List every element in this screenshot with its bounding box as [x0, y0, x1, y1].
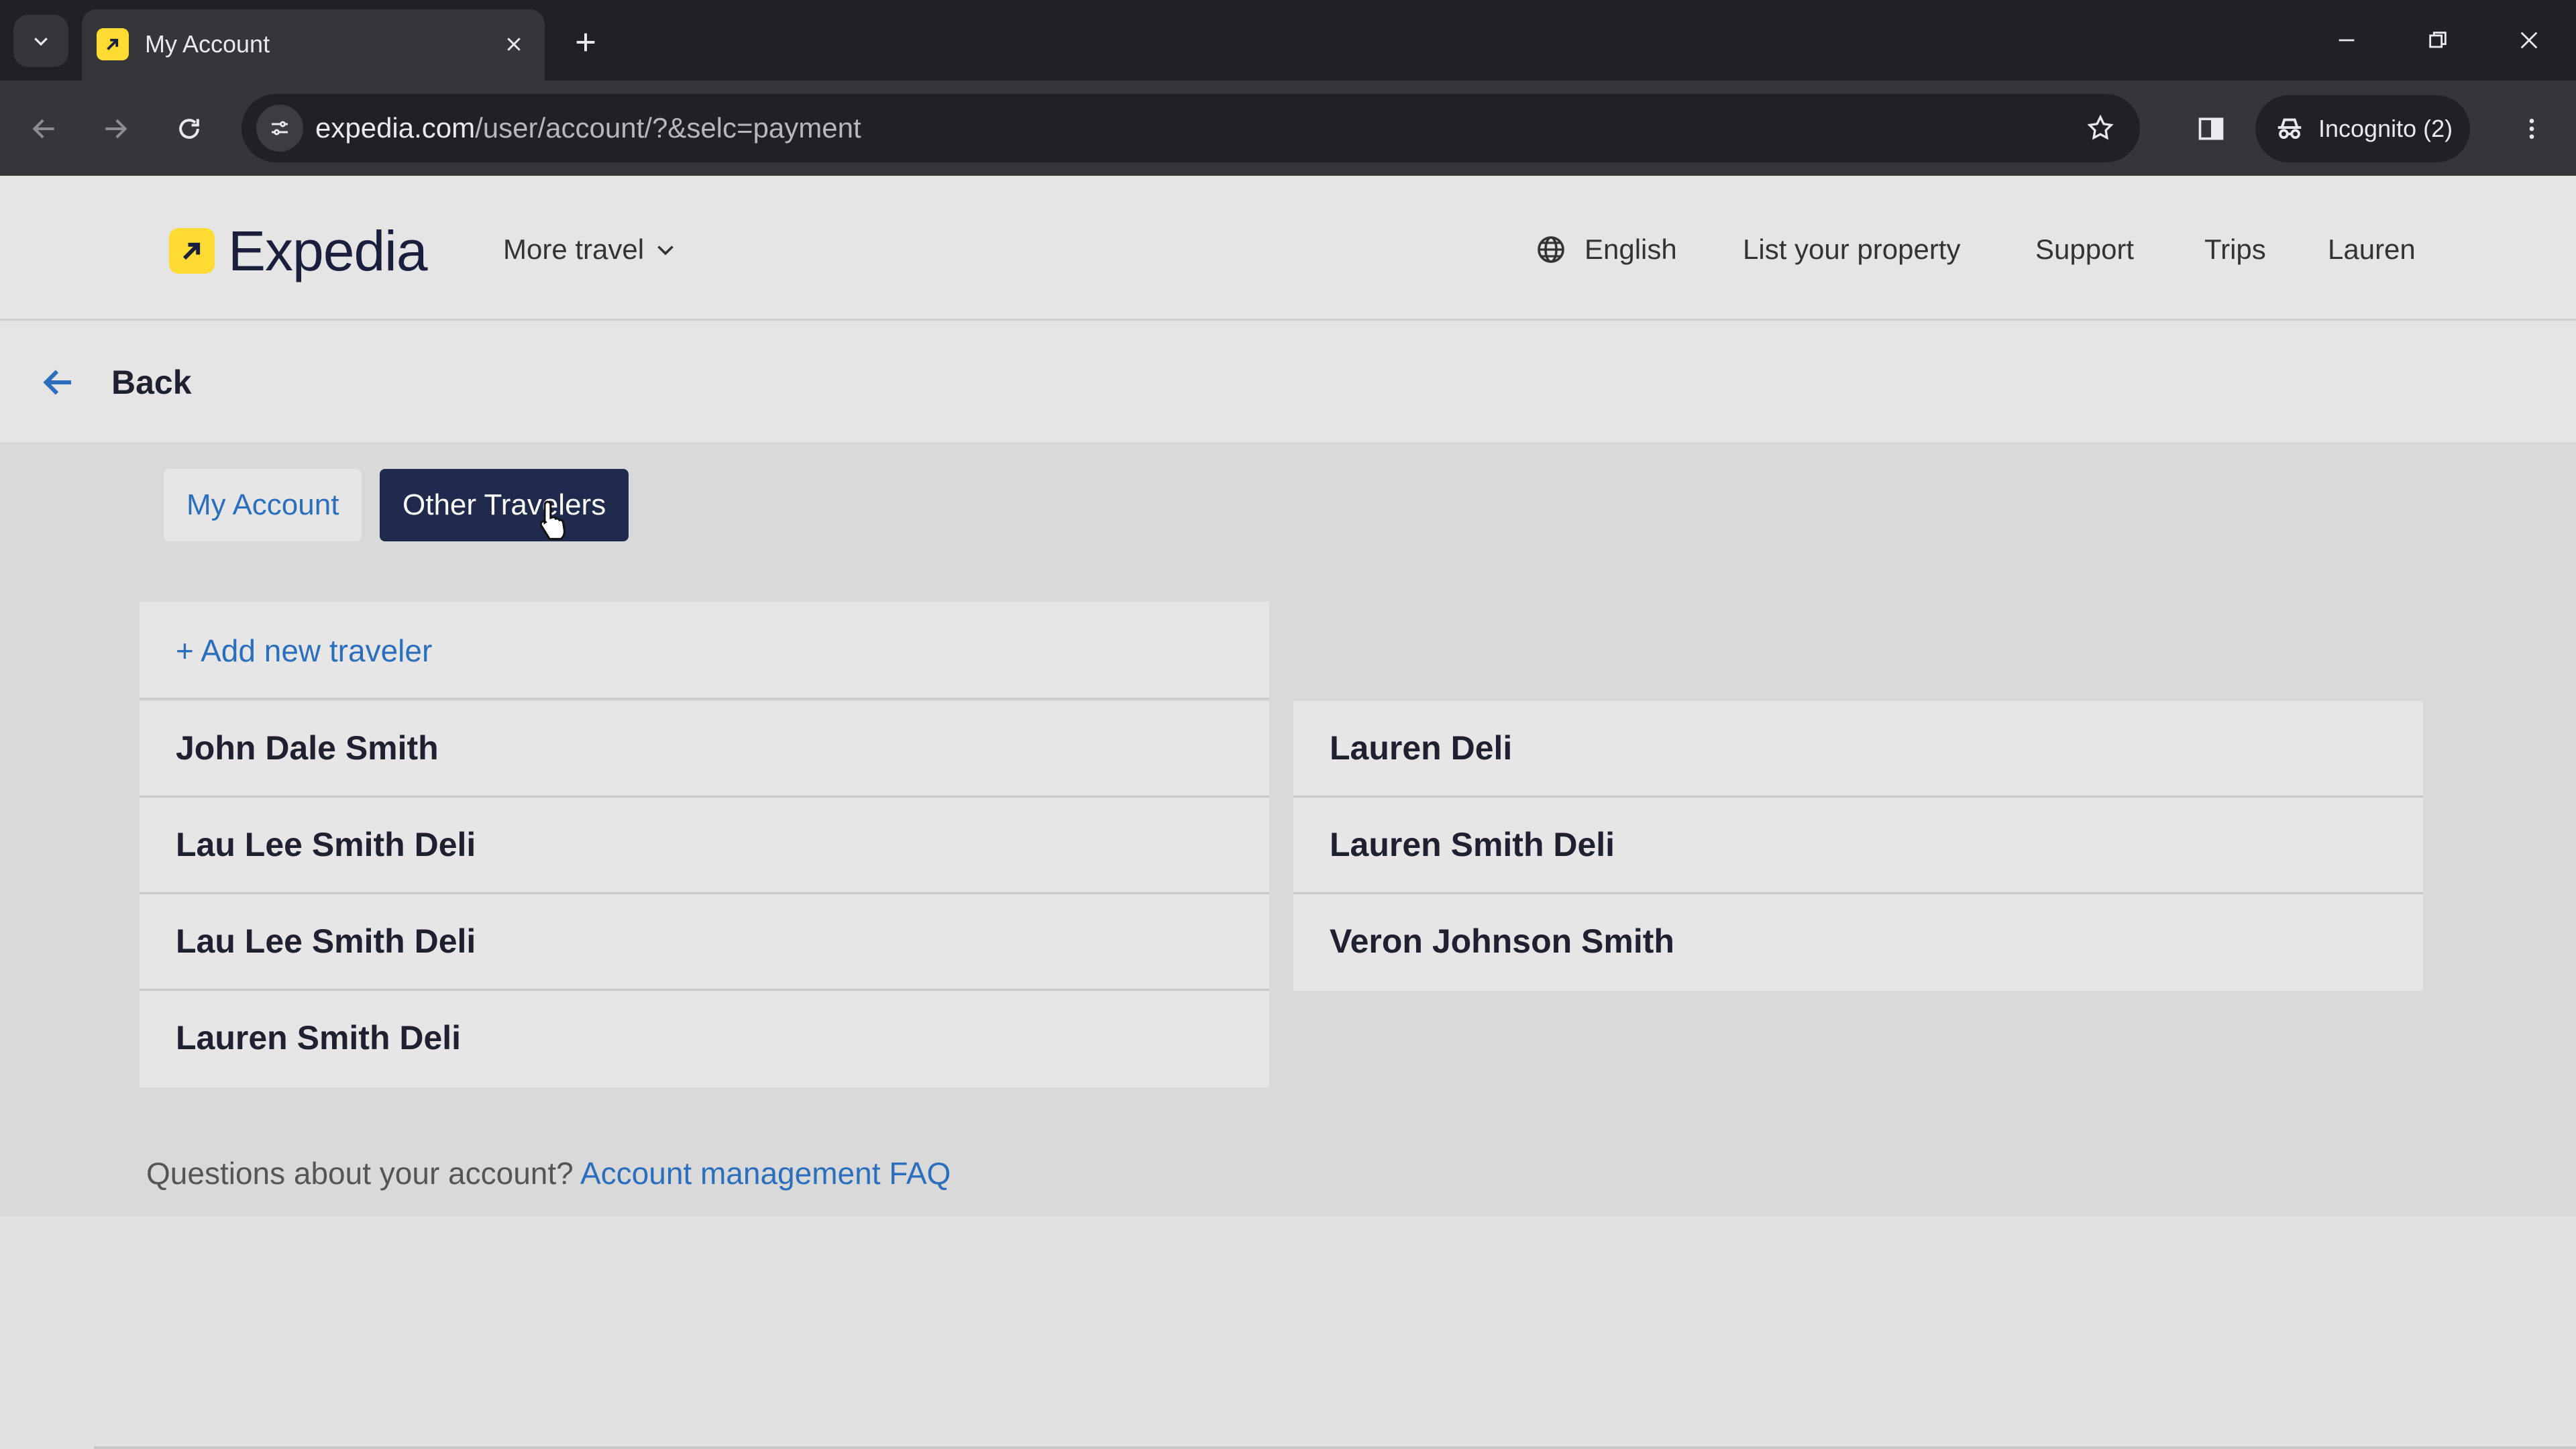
- window-close-button[interactable]: [2496, 15, 2563, 66]
- traveler-row[interactable]: Lau Lee Smith Deli: [140, 798, 1269, 894]
- expedia-logo-icon: [169, 228, 215, 274]
- more-travel-menu[interactable]: More travel: [503, 229, 678, 270]
- incognito-icon: [2277, 118, 2302, 139]
- main-content: My Account Other Travelers + Add new tra…: [0, 442, 2576, 1217]
- more-travel-label: More travel: [503, 233, 645, 265]
- back-label[interactable]: Back: [111, 360, 192, 405]
- expedia-logo[interactable]: Expedia: [169, 219, 428, 282]
- page-bottom: [0, 1217, 2576, 1449]
- add-new-traveler-link[interactable]: + Add new traveler: [176, 602, 432, 700]
- faq-question: Questions about your account?: [146, 1156, 574, 1191]
- browser-toolbar: expedia.com/user/account/?&selc=payment …: [0, 80, 2576, 176]
- window-close-icon: [2520, 32, 2538, 49]
- account-faq-link[interactable]: Account management FAQ: [580, 1156, 951, 1191]
- language-selector[interactable]: English: [1535, 229, 1677, 270]
- restore-button[interactable]: [2404, 15, 2471, 66]
- browser-tab[interactable]: My Account: [82, 9, 545, 80]
- traveler-row[interactable]: Lauren Deli: [1293, 701, 2423, 798]
- back-icon: [32, 119, 54, 139]
- plus-icon: [576, 33, 595, 52]
- url-text: expedia.com/user/account/?&selc=payment: [315, 94, 861, 162]
- kebab-menu-icon: [2529, 119, 2534, 139]
- incognito-indicator[interactable]: Incognito (2): [2255, 95, 2470, 162]
- user-menu[interactable]: Lauren: [2328, 229, 2416, 270]
- forward-icon: [105, 119, 127, 139]
- mouse-pointer-icon: [539, 500, 566, 540]
- incognito-label: Incognito (2): [2318, 115, 2453, 142]
- reload-button[interactable]: [164, 103, 215, 154]
- expedia-favicon: [97, 28, 129, 60]
- forward-nav-button[interactable]: [90, 103, 141, 154]
- trips-link[interactable]: Trips: [2204, 229, 2266, 270]
- tab-title: My Account: [145, 30, 270, 58]
- bookmark-button[interactable]: [2077, 105, 2124, 152]
- back-nav-button[interactable]: [19, 103, 70, 154]
- back-arrow-button[interactable]: [35, 360, 79, 405]
- url-host: expedia.com: [315, 112, 476, 144]
- browser-menu-button[interactable]: [2506, 103, 2557, 154]
- chevron-down-icon: [657, 246, 674, 256]
- bottom-divider: [94, 1446, 2576, 1449]
- tab-my-account[interactable]: My Account: [164, 469, 362, 541]
- restore-icon: [2429, 32, 2447, 48]
- site-header: Expedia More travel English List your pr…: [0, 176, 2576, 321]
- tab-other-travelers[interactable]: Other Travelers: [380, 469, 629, 541]
- faq-line: Questions about your account? Account ma…: [146, 1153, 951, 1193]
- language-label: English: [1585, 233, 1677, 265]
- url-path: /user/account/?&selc=payment: [475, 112, 861, 144]
- globe-icon: [1538, 236, 1564, 263]
- traveler-row[interactable]: John Dale Smith: [140, 701, 1269, 798]
- side-panel-button[interactable]: [2186, 103, 2237, 154]
- list-property-link[interactable]: List your property: [1743, 229, 1960, 270]
- traveler-row[interactable]: Lauren Smith Deli: [1293, 798, 2423, 894]
- tab-close-button[interactable]: [496, 27, 531, 62]
- support-link[interactable]: Support: [2035, 229, 2134, 270]
- chevron-down-icon: [34, 38, 48, 46]
- reload-icon: [179, 119, 199, 139]
- logo-text: Expedia: [228, 219, 428, 282]
- travelers-column-left: John Dale Smith Lau Lee Smith Deli Lau L…: [140, 701, 1269, 1087]
- traveler-row[interactable]: Lauren Smith Deli: [140, 991, 1269, 1087]
- tab-search-button[interactable]: [13, 15, 68, 67]
- back-bar: Back: [0, 323, 2576, 442]
- arrow-left-icon: [43, 370, 71, 395]
- new-tab-button[interactable]: [564, 20, 608, 64]
- side-panel-icon: [2198, 117, 2224, 140]
- close-icon: [507, 38, 521, 51]
- site-info-icon: [272, 121, 288, 136]
- traveler-row[interactable]: Veron Johnson Smith: [1293, 894, 2423, 991]
- traveler-row[interactable]: Lau Lee Smith Deli: [140, 894, 1269, 991]
- minimize-button[interactable]: [2313, 15, 2380, 66]
- site-info-button[interactable]: [256, 105, 303, 152]
- travelers-column-right: Lauren Deli Lauren Smith Deli Veron John…: [1293, 701, 2423, 991]
- address-bar[interactable]: expedia.com/user/account/?&selc=payment: [241, 94, 2140, 162]
- star-icon: [2087, 114, 2114, 140]
- minimize-icon: [2339, 39, 2355, 42]
- add-traveler-card: + Add new traveler: [140, 602, 1269, 700]
- browser-tabstrip: My Account: [0, 0, 2576, 80]
